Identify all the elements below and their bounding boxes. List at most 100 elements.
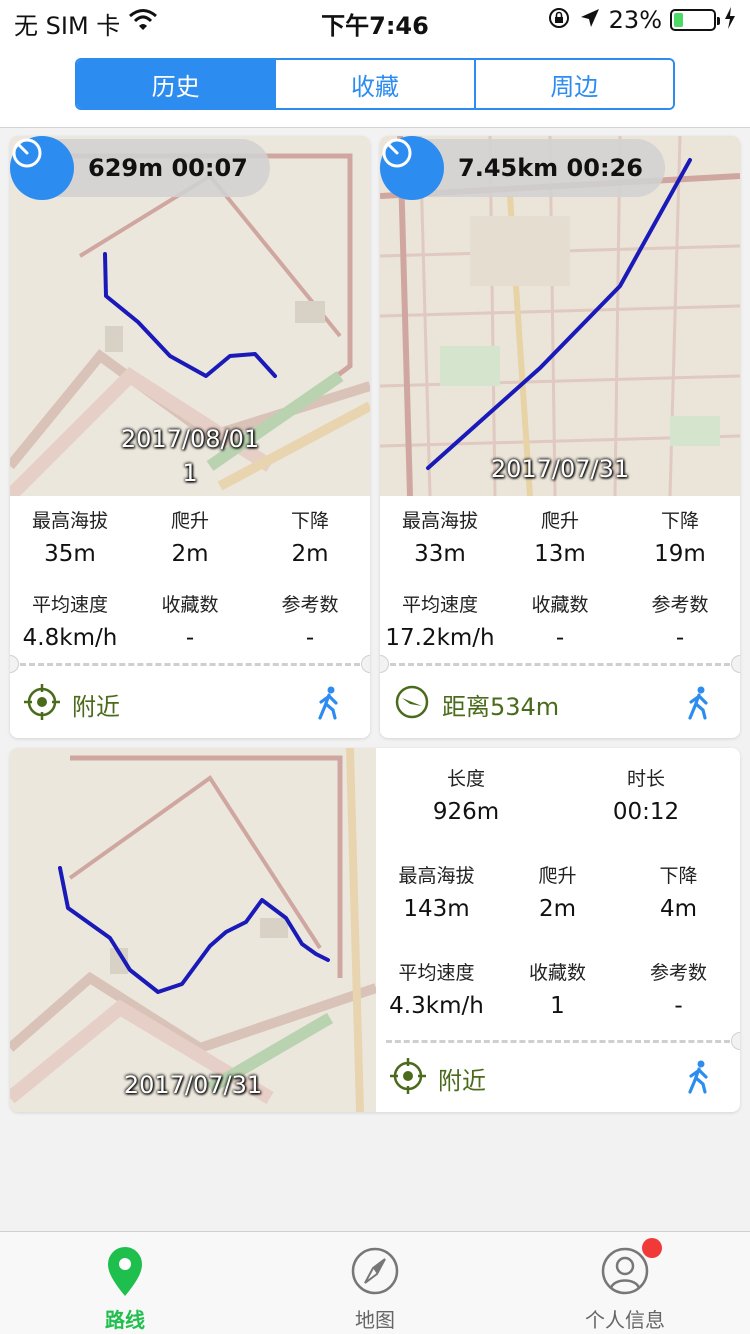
walking-icon[interactable] bbox=[686, 686, 712, 724]
stopwatch-icon bbox=[10, 136, 74, 200]
distance-label: 距离534m bbox=[442, 692, 560, 721]
stat-label: 参考数 bbox=[651, 594, 709, 616]
stat-value: 4m bbox=[659, 896, 698, 922]
stat-label: 收藏数 bbox=[531, 594, 589, 616]
stat-value: 00:12 bbox=[612, 799, 680, 825]
stat-favorite-count: 收藏数 1 bbox=[497, 960, 618, 1023]
stat-duration: 时长 00:12 bbox=[586, 766, 706, 829]
tab-routes[interactable]: 路线 bbox=[0, 1232, 250, 1334]
tab-profile[interactable]: 个人信息 bbox=[500, 1232, 750, 1334]
stat-value: - bbox=[674, 993, 683, 1019]
stat-value: 1 bbox=[550, 993, 565, 1019]
stat-value: 2m bbox=[538, 896, 577, 922]
stat-label: 长度 bbox=[446, 768, 485, 790]
stat-label: 下降 bbox=[660, 510, 699, 532]
stat-label: 收藏数 bbox=[161, 594, 219, 616]
segment-nearby[interactable]: 周边 bbox=[475, 60, 673, 108]
route-date: 2017/07/31 bbox=[490, 455, 630, 483]
battery-percent: 23% bbox=[608, 6, 662, 34]
stat-label: 参考数 bbox=[281, 594, 339, 616]
stat-label: 爬升 bbox=[540, 510, 579, 532]
stat-value: 13m bbox=[534, 541, 586, 567]
stat-value: - bbox=[555, 625, 565, 651]
walking-icon[interactable] bbox=[686, 1060, 712, 1098]
battery-icon bbox=[670, 9, 720, 31]
route-map-thumbnail[interactable]: 7.45km 00:26 2017/07/31 bbox=[380, 136, 740, 496]
distance-link[interactable]: 距离534m bbox=[394, 674, 559, 734]
stat-value: 2m bbox=[291, 541, 329, 567]
stat-descent: 下降 2m bbox=[250, 508, 370, 571]
stat-favorite-count: 收藏数 - bbox=[130, 592, 250, 655]
nearby-link[interactable]: 附近 bbox=[24, 674, 120, 734]
stat-label: 爬升 bbox=[170, 510, 209, 532]
stat-reference-count: 参考数 - bbox=[620, 592, 740, 655]
route-date: 2017/07/31 bbox=[123, 1071, 263, 1099]
route-card[interactable]: 2017/07/31 长度 926m 时长 00:12 最高海拔 143m 爬升 2m … bbox=[10, 748, 740, 1112]
distance-duration-text: 629m 00:07 bbox=[56, 139, 270, 197]
charging-bolt-icon bbox=[724, 7, 736, 33]
stat-max-altitude: 最高海拔 33m bbox=[380, 508, 500, 571]
stat-label: 下降 bbox=[290, 510, 329, 532]
route-card[interactable]: 629m 00:07 2017/08/01 1 最高海拔 35m 爬升 2m 下降 2… bbox=[10, 136, 370, 738]
stat-reference-count: 参考数 - bbox=[250, 592, 370, 655]
distance-duration-badge: 629m 00:07 bbox=[10, 136, 270, 200]
segment-history[interactable]: 历史 bbox=[77, 60, 277, 108]
stat-value: 4.8km/h bbox=[22, 625, 118, 651]
route-map-thumbnail[interactable]: 629m 00:07 2017/08/01 1 bbox=[10, 136, 370, 496]
stat-value: 35m bbox=[44, 541, 96, 567]
stat-climb: 爬升 2m bbox=[497, 863, 618, 926]
stopwatch-icon bbox=[380, 136, 444, 200]
ticket-notch bbox=[380, 655, 389, 673]
stat-label: 爬升 bbox=[538, 865, 577, 887]
nearby-label: 附近 bbox=[72, 692, 120, 721]
stat-length: 长度 926m bbox=[406, 766, 526, 829]
tab-map[interactable]: 地图 bbox=[250, 1232, 500, 1334]
stat-value: 2m bbox=[171, 541, 209, 567]
location-arrow-icon bbox=[579, 7, 601, 33]
map-image bbox=[10, 748, 376, 1112]
ticket-notch bbox=[10, 655, 19, 673]
crosshair-icon bbox=[390, 1058, 426, 1098]
stat-max-altitude: 最高海拔 143m bbox=[376, 863, 497, 926]
map-pin-icon bbox=[100, 1244, 150, 1298]
stat-max-altitude: 最高海拔 35m bbox=[10, 508, 130, 571]
segment-favorites[interactable]: 收藏 bbox=[276, 60, 476, 108]
status-bar: 无 SIM 卡 下午7:46 23% bbox=[0, 0, 750, 40]
dashed-divider bbox=[386, 1040, 730, 1043]
route-date: 2017/08/01 1 bbox=[10, 422, 370, 490]
nearby-label: 附近 bbox=[438, 1066, 486, 1095]
ticket-notch bbox=[731, 655, 740, 673]
stat-climb: 爬升 2m bbox=[130, 508, 250, 571]
tab-bar: 路线 地图 个人信息 bbox=[0, 1231, 750, 1334]
stat-label: 平均速度 bbox=[398, 962, 475, 984]
stat-favorite-count: 收藏数 - bbox=[500, 592, 620, 655]
dashed-divider bbox=[390, 663, 730, 666]
stat-value: 33m bbox=[414, 541, 466, 567]
stat-label: 最高海拔 bbox=[398, 865, 475, 887]
tab-routes-label: 路线 bbox=[105, 1308, 145, 1332]
stat-climb: 爬升 13m bbox=[500, 508, 620, 571]
stat-value: 926m bbox=[432, 799, 500, 825]
stat-label: 最高海拔 bbox=[401, 510, 478, 532]
tab-map-label: 地图 bbox=[355, 1308, 395, 1332]
stat-reference-count: 参考数 - bbox=[618, 960, 739, 1023]
stat-label: 平均速度 bbox=[31, 594, 108, 616]
route-date-line2: 1 bbox=[182, 459, 198, 487]
route-date-line1: 2017/08/01 bbox=[120, 425, 260, 453]
stat-descent: 下降 4m bbox=[618, 863, 739, 926]
route-map-thumbnail[interactable]: 2017/07/31 bbox=[10, 748, 376, 1112]
stat-avg-speed: 平均速度 4.8km/h bbox=[10, 592, 130, 655]
walking-icon[interactable] bbox=[316, 686, 342, 724]
nearby-link[interactable]: 附近 bbox=[390, 1048, 486, 1108]
route-card[interactable]: 7.45km 00:26 2017/07/31 最高海拔 33m 爬升 13m 下降… bbox=[380, 136, 740, 738]
stat-descent: 下降 19m bbox=[620, 508, 740, 571]
stat-value: - bbox=[305, 625, 315, 651]
distance-duration-badge: 7.45km 00:26 bbox=[380, 136, 665, 200]
segmented-control: 历史 收藏 周边 bbox=[75, 58, 675, 110]
crosshair-icon bbox=[24, 684, 60, 724]
stat-value: 17.2km/h bbox=[385, 625, 495, 651]
stat-label: 最高海拔 bbox=[31, 510, 108, 532]
stat-avg-speed: 平均速度 17.2km/h bbox=[380, 592, 500, 655]
orientation-lock-icon bbox=[547, 6, 571, 34]
stat-label: 下降 bbox=[659, 865, 698, 887]
